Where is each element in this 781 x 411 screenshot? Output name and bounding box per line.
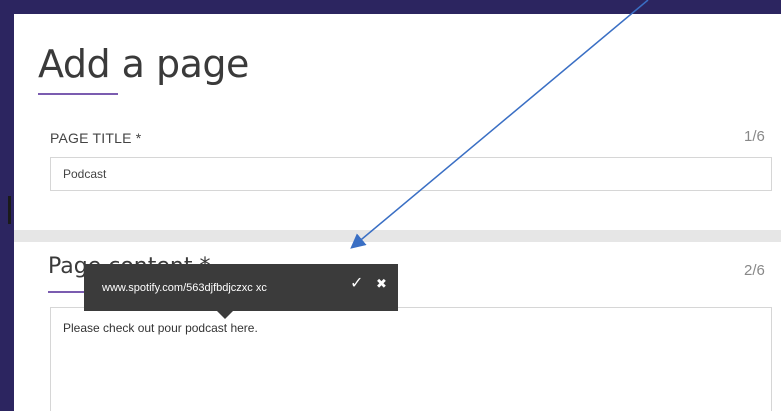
annotation-overlay [350,0,649,249]
arrow-icon [350,0,649,249]
